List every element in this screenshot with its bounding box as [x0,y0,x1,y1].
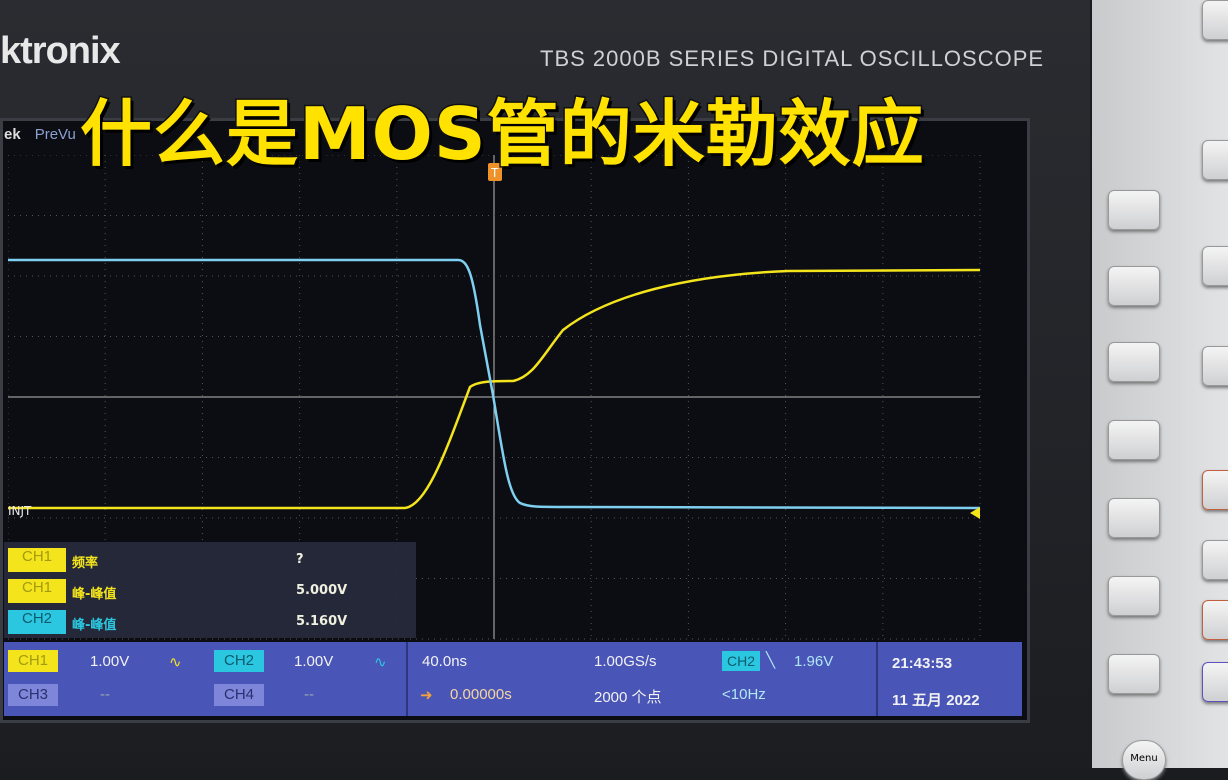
ch4-scale: -- [304,686,314,703]
brand-short: ek [4,126,21,143]
position-arrow-icon: ➜ [420,687,433,704]
trigger-level: 1.96V [794,653,834,670]
ch1-scale: 1.00V [90,653,130,670]
ch2-coupling-icon: ∿ [374,654,387,671]
measurement-row: CH2 峰-峰值 5.160V [8,610,408,636]
panel-button[interactable] [1202,540,1228,580]
clock-date: 11 五月 2022 [892,692,980,709]
side-button-1[interactable] [1108,190,1160,230]
side-button-7[interactable] [1108,654,1160,694]
measurement-value: 5.160V [296,614,348,629]
channel-tag: CH2 [8,610,66,634]
trigger-source: CH2 [722,651,760,671]
ch2-scale: 1.00V [294,653,334,670]
measurement-label: 频率 [72,556,99,571]
side-button-2[interactable] [1108,266,1160,306]
panel-button[interactable] [1202,140,1228,180]
channel-tag: CH1 [8,579,66,603]
panel-button[interactable] [1202,346,1228,386]
measurement-row: CH1 频率? [8,548,408,574]
panel-button[interactable] [1202,246,1228,286]
ground-label: INJT [8,504,32,518]
record-length: 2000 个点 [594,689,662,706]
trigger-slope-icon: ╲ [766,652,776,669]
measurement-value: ? [296,552,304,567]
measurement-label: 峰-峰值 [72,618,117,633]
panel-button[interactable] [1202,662,1228,702]
ch1-coupling-icon: ∿ [169,654,182,671]
horizontal-position: 0.00000s [450,686,512,703]
measurement-row: CH1 峰-峰值 5.000V [8,579,408,605]
panel-button[interactable] [1202,0,1228,40]
overlay-title: 什么是MOS管的米勒效应 [79,91,926,178]
status-bar: CH1 1.00V ∿ CH2 1.00V ∿ CH3 -- CH4 -- 40… [4,642,1022,716]
side-button-3[interactable] [1108,342,1160,382]
button-panel: Menu [1092,0,1228,780]
ch3-scale: -- [100,686,110,703]
side-button-6[interactable] [1108,576,1160,616]
trigger-frequency: <10Hz [722,686,766,703]
measurement-label: 峰-峰值 [72,587,117,602]
ch3-button[interactable]: CH3 [8,684,58,706]
channel-tag: CH1 [8,548,66,572]
side-button-4[interactable] [1108,420,1160,460]
menu-button[interactable]: Menu [1122,740,1166,780]
model-label: TBS 2000B SERIES DIGITAL OSCILLOSCOPE [540,46,1045,71]
side-button-5[interactable] [1108,498,1160,538]
timebase: 40.0ns [422,653,468,670]
panel-button[interactable] [1202,470,1228,510]
ch1-button[interactable]: CH1 [8,650,58,672]
measurement-value: 5.000V [296,583,348,598]
ch2-button[interactable]: CH2 [214,650,264,672]
mode-label: PreVu [34,126,76,143]
ch4-button[interactable]: CH4 [214,684,264,706]
sample-rate: 1.00GS/s [594,653,657,670]
measurement-panel: CH1 频率? CH1 峰-峰值 5.000V CH2 峰-峰值 5.160V [4,542,416,638]
panel-button[interactable] [1202,600,1228,640]
brand-logo: ktronix [0,30,121,72]
clock-time: 21:43:53 [892,655,953,672]
